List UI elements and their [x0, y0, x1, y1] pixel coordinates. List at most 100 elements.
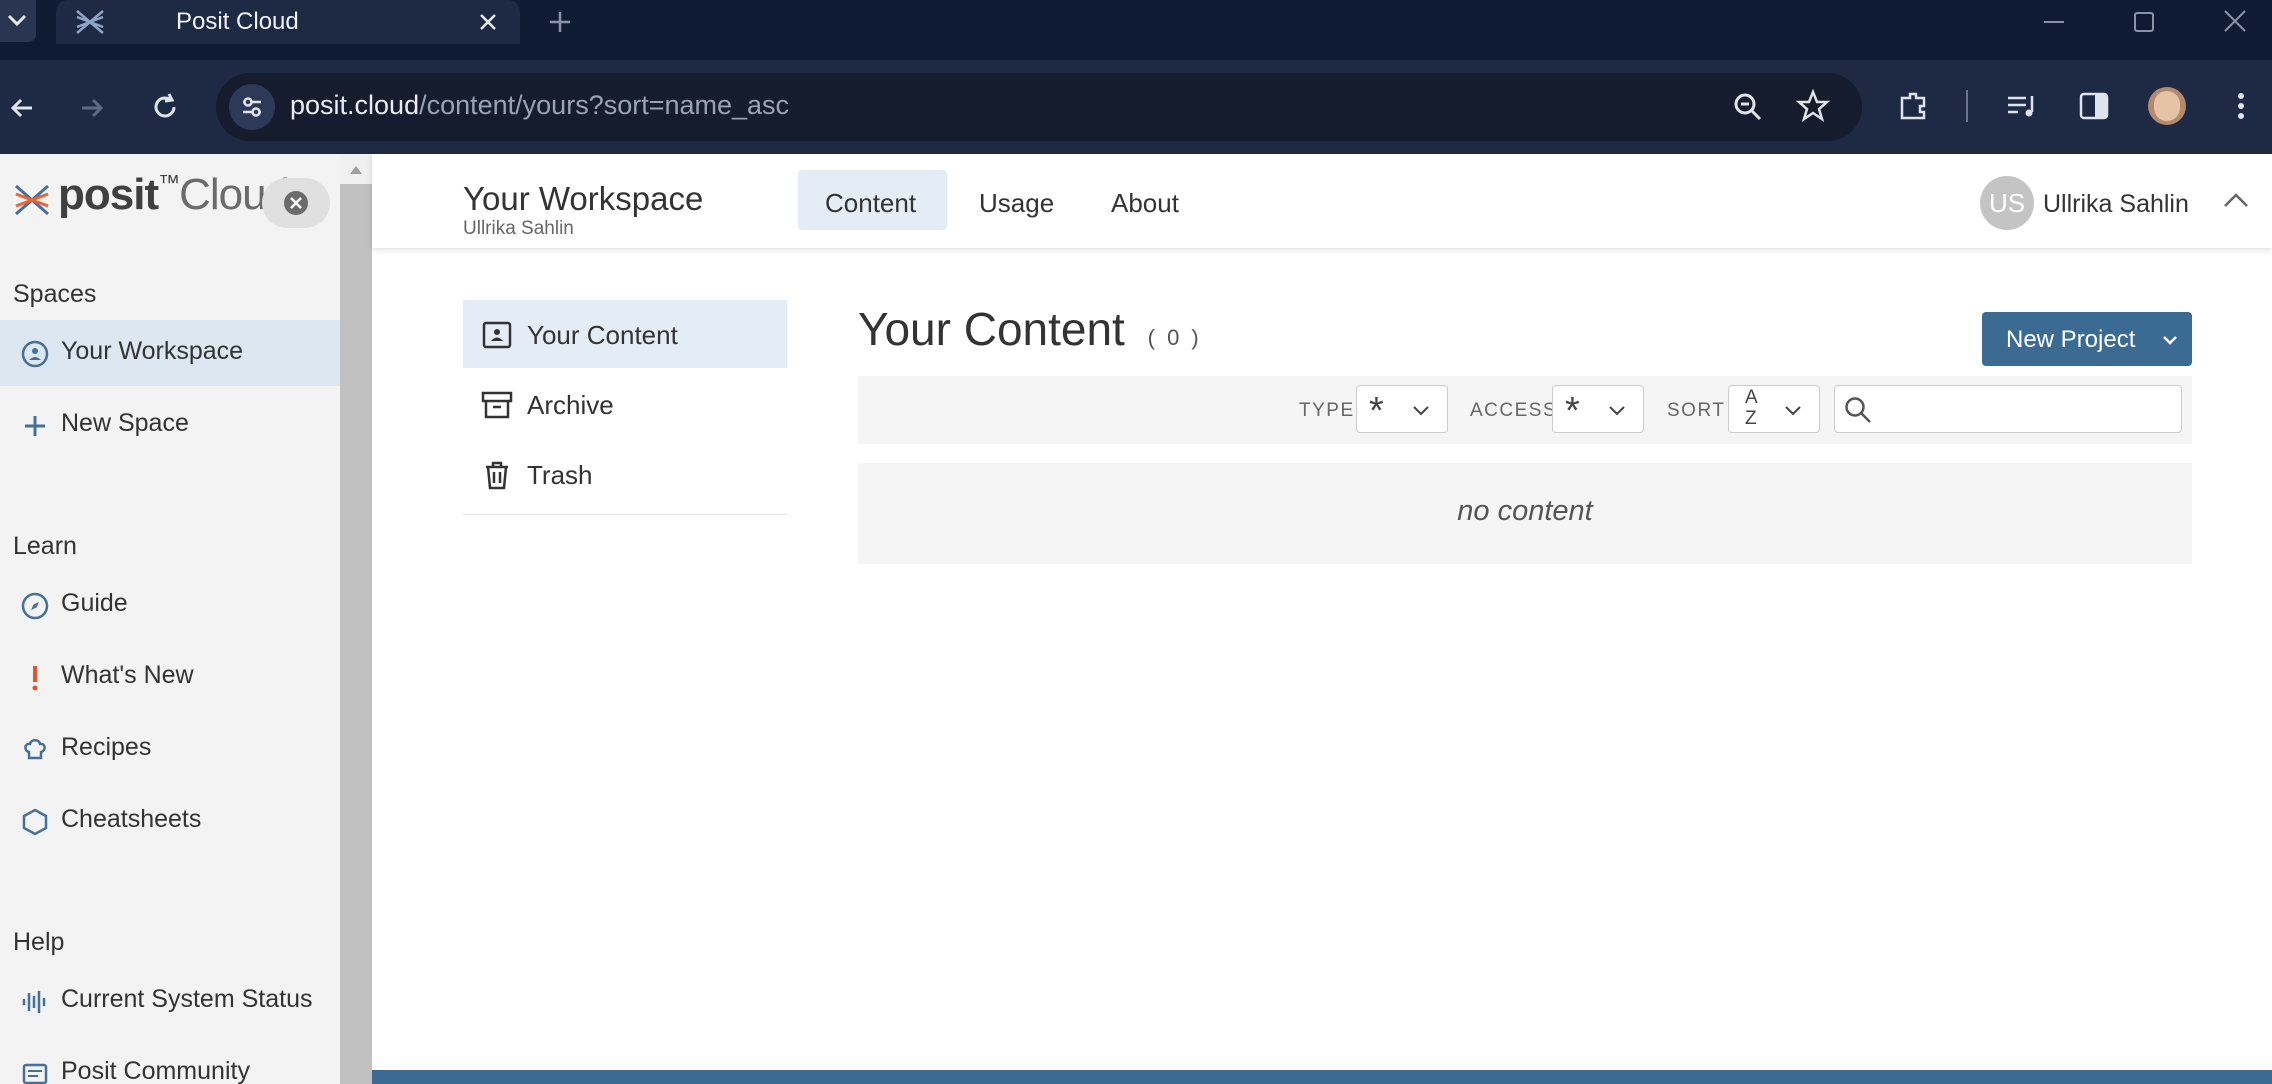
tune-icon: [243, 97, 261, 117]
window-close-icon[interactable]: [2220, 6, 2250, 36]
sidebar-item-current-system-status[interactable]: Current System Status: [0, 968, 340, 1034]
chevron-down-icon: [1785, 406, 1801, 416]
community-icon: [22, 1063, 48, 1084]
close-circle-icon: [284, 191, 308, 215]
tab-usage[interactable]: Usage: [952, 170, 1081, 230]
empty-state-text: no content: [1457, 495, 1593, 527]
plus-icon: [25, 416, 45, 436]
sidebar-scrollbar[interactable]: [340, 154, 372, 1084]
minimize-icon[interactable]: [2040, 8, 2068, 36]
sidebar-item-guide[interactable]: Guide: [0, 572, 340, 638]
collapse-sidebar-button[interactable]: [262, 178, 330, 228]
archive-box-icon: [481, 391, 513, 419]
maximize-icon[interactable]: [2130, 8, 2158, 36]
new-tab-icon[interactable]: [546, 8, 574, 36]
subnav-trash[interactable]: Trash: [463, 440, 787, 508]
browser-menu-icon[interactable]: [2226, 88, 2256, 124]
hexagon-icon: [22, 808, 48, 836]
sidebar-item-posit-community[interactable]: Posit Community: [0, 1040, 340, 1084]
close-tab-icon[interactable]: [476, 10, 500, 34]
chevron-down-icon: [1413, 406, 1429, 416]
id-card-icon: [482, 321, 512, 349]
sidebar-item-label: Recipes: [61, 733, 152, 761]
sidebar-item-label: Current System Status: [61, 985, 313, 1013]
url-path: /content/yours?sort=name_asc: [419, 90, 790, 120]
subnav-archive[interactable]: Archive: [463, 370, 787, 438]
reload-icon[interactable]: [148, 90, 182, 124]
spaces-heading: Spaces: [13, 280, 97, 308]
browser-title-bar: Posit Cloud: [0, 0, 2272, 60]
learn-heading: Learn: [13, 532, 77, 560]
page-subtitle: Ullrika Sahlin: [463, 218, 574, 239]
posit-favicon-icon: [76, 10, 104, 34]
sidebar-item-cheatsheets[interactable]: Cheatsheets: [0, 788, 340, 854]
scrollbar-thumb[interactable]: [340, 184, 372, 1084]
media-control-icon[interactable]: [2004, 88, 2040, 124]
back-arrow-icon[interactable]: [6, 92, 38, 124]
logo-posit-text: posit: [58, 170, 159, 219]
tab-title: Posit Cloud: [176, 8, 299, 35]
toolbar-divider: [1966, 90, 1968, 122]
sidebar-item-label: Your Workspace: [61, 337, 244, 365]
scroll-up-button[interactable]: [340, 154, 372, 184]
side-panel-icon[interactable]: [2076, 88, 2112, 124]
access-filter-label: ACCESS: [1470, 400, 1558, 421]
type-filter-select[interactable]: *: [1356, 385, 1448, 433]
url-text[interactable]: posit.cloud/content/yours?sort=name_asc: [290, 90, 789, 121]
browser-tab[interactable]: Posit Cloud: [56, 0, 520, 44]
sidebar-item-label: Posit Community: [61, 1057, 250, 1084]
type-filter-label: TYPE: [1299, 400, 1355, 421]
subnav-label: Archive: [527, 390, 614, 420]
site-info-button[interactable]: [229, 84, 275, 130]
chevron-up-icon[interactable]: [2220, 184, 2252, 216]
subnav-label: Your Content: [527, 320, 678, 350]
type-filter-value: *: [1369, 390, 1384, 432]
sidebar-item-label: What's New: [61, 661, 194, 689]
chef-hat-icon: [24, 739, 46, 760]
profile-avatar-face: [2154, 91, 2180, 121]
tab-content[interactable]: Content: [798, 170, 947, 230]
content-heading: Your Content ( 0 ): [858, 302, 1202, 356]
footer-bar: [372, 1070, 2272, 1084]
user-avatar[interactable]: US: [1980, 176, 2034, 230]
subnav-your-content[interactable]: Your Content: [463, 300, 787, 368]
url-host: posit.cloud: [290, 90, 420, 120]
profile-avatar[interactable]: [2148, 87, 2186, 125]
new-project-button[interactable]: New Project: [1982, 312, 2192, 366]
sidebar-item-your-workspace[interactable]: Your Workspace: [0, 320, 340, 386]
sidebar-item-label: Cheatsheets: [61, 805, 202, 833]
sort-z-text: Z: [1745, 408, 1757, 429]
content-count: ( 0 ): [1147, 325, 1202, 350]
sort-a-text: A: [1745, 387, 1758, 408]
help-heading: Help: [13, 928, 65, 956]
subnav-label: Trash: [527, 460, 593, 490]
chevron-down-icon: [2163, 336, 2177, 345]
sidebar: posit™Cloud Spaces Your Workspace New Sp…: [0, 154, 340, 1084]
chevron-down-icon: [7, 14, 27, 27]
sort-select[interactable]: A Z: [1728, 385, 1820, 433]
new-project-label: New Project: [2006, 326, 2136, 353]
tab-about[interactable]: About: [1084, 170, 1206, 230]
exclamation-icon: [32, 666, 38, 691]
subnav-divider: [463, 514, 787, 515]
signal-icon: [22, 991, 46, 1013]
posit-cloud-logo[interactable]: posit™Cloud: [58, 170, 290, 220]
sidebar-item-label: New Space: [61, 409, 189, 437]
extensions-icon[interactable]: [1896, 88, 1932, 124]
sidebar-item-recipes[interactable]: Recipes: [0, 716, 340, 782]
access-filter-select[interactable]: *: [1552, 385, 1644, 433]
page-title: Your Workspace: [463, 180, 704, 217]
tab-search-button[interactable]: [0, 0, 36, 42]
bookmark-star-icon[interactable]: [1796, 89, 1830, 123]
search-field[interactable]: [1834, 385, 2182, 433]
scroll-up-arrow-icon: [350, 166, 362, 174]
sidebar-item-new-space[interactable]: New Space: [0, 392, 340, 458]
sidebar-item-whats-new[interactable]: What's New: [0, 644, 340, 710]
search-input[interactable]: [1879, 392, 2173, 426]
zoom-icon[interactable]: [1732, 91, 1764, 123]
sidebar-item-label: Guide: [61, 589, 128, 617]
access-filter-value: *: [1565, 390, 1580, 432]
content-title: Your Content: [858, 303, 1125, 355]
user-name[interactable]: Ullrika Sahlin: [2043, 190, 2189, 219]
forward-arrow-icon[interactable]: [76, 92, 108, 124]
